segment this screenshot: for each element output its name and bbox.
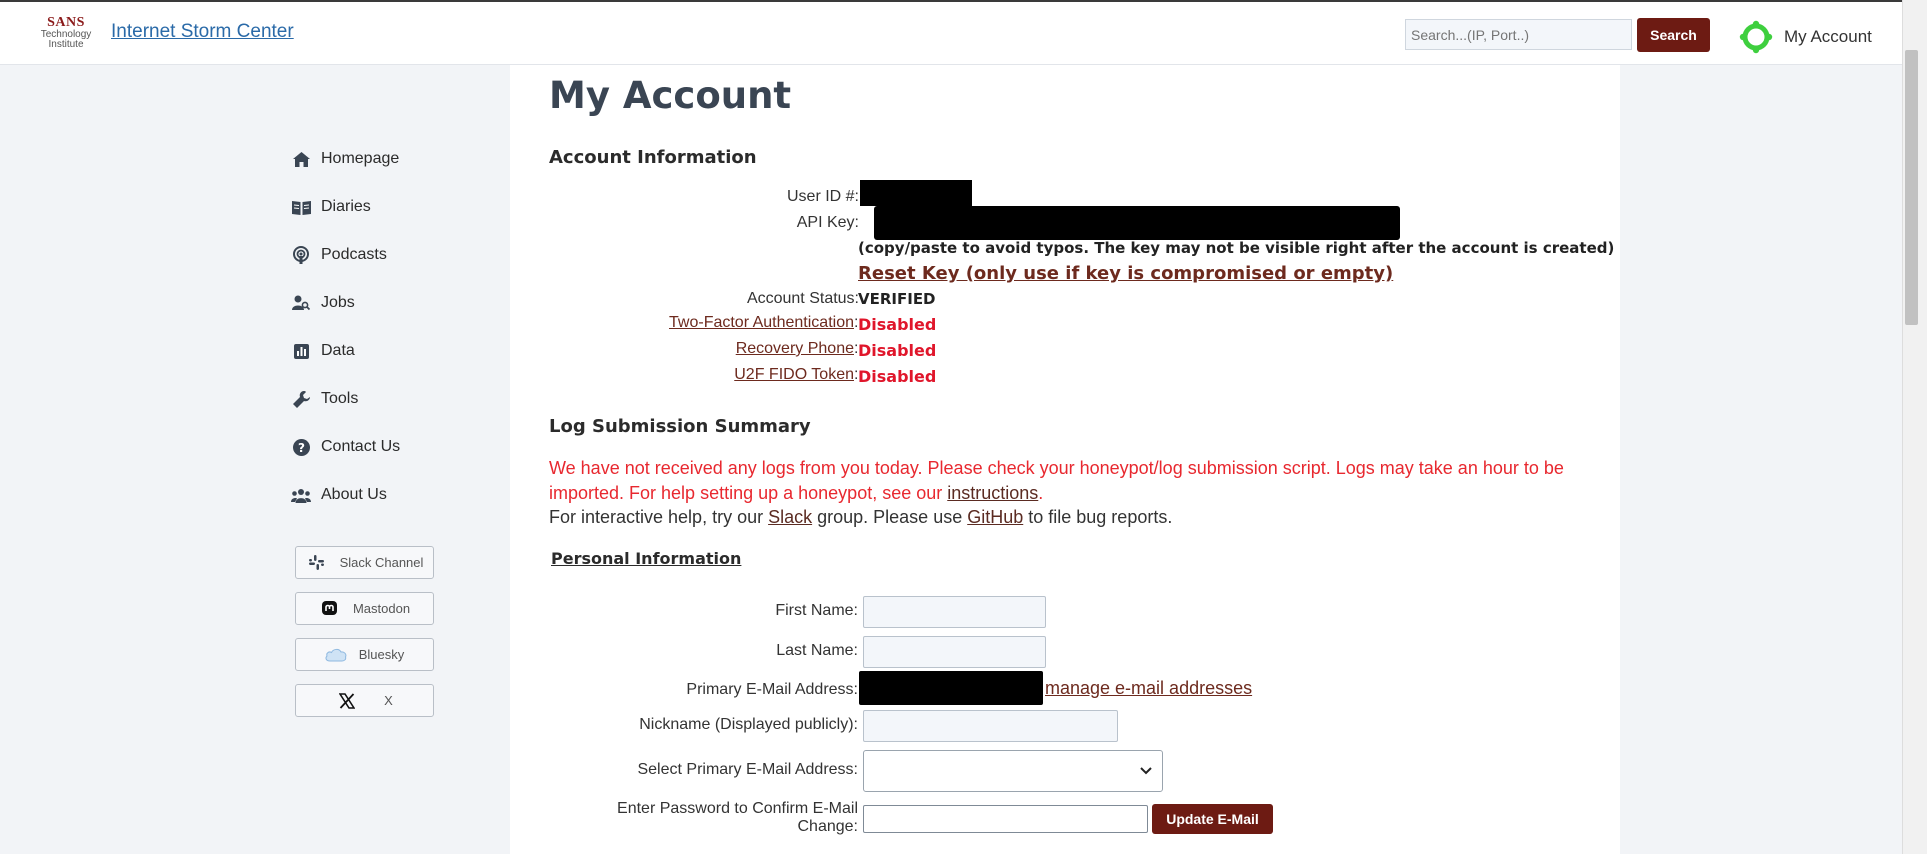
u2f-token-link-text[interactable]: U2F FIDO Token (734, 366, 854, 383)
two-factor-status: Disabled (858, 315, 937, 334)
github-link[interactable]: GitHub (967, 507, 1023, 527)
sidebar-item-label: Jobs (321, 294, 355, 311)
sidebar-item-podcasts[interactable]: Podcasts (291, 243, 387, 267)
redacted-email (859, 671, 1043, 705)
log-submission-heading: Log Submission Summary (549, 416, 811, 437)
two-factor-link[interactable]: Two-Factor Authentication (669, 314, 854, 332)
sidebar-item-label: Homepage (321, 150, 400, 167)
sans-logo[interactable]: SANS Technology Institute (36, 16, 96, 60)
two-factor-link-text[interactable]: Two-Factor Authentication (669, 314, 854, 331)
sidebar-item-label: Contact Us (321, 438, 401, 455)
social-label: Mastodon (352, 601, 411, 616)
recovery-phone-link-text[interactable]: Recovery Phone (736, 340, 854, 357)
sidebar-item-label: Diaries (321, 198, 371, 215)
scrollbar-thumb[interactable] (1905, 50, 1918, 325)
update-email-button[interactable]: Update E-Mail (1152, 804, 1273, 834)
manage-email-addresses-link[interactable]: manage e-mail addresses (1045, 678, 1252, 699)
no-logs-warning: We have not received any logs from you t… (549, 456, 1569, 506)
wrench-icon (291, 390, 311, 408)
warning-end: . (1038, 483, 1044, 503)
sidebar-item-label: Podcasts (321, 246, 387, 263)
select-primary-email-label: Select Primary E-Mail Address: (637, 761, 858, 778)
personal-information-heading: Personal Information (551, 549, 742, 568)
question-icon: ? (291, 438, 311, 456)
sidebar-item-data[interactable]: Data (291, 339, 355, 363)
search-button[interactable]: Search (1637, 18, 1710, 52)
first-name-label: First Name: (775, 602, 858, 619)
account-status-label: Account Status: (746, 290, 859, 307)
slack-channel-button[interactable]: Slack Channel (295, 546, 434, 579)
redacted-user-id (860, 180, 972, 206)
bluesky-icon (325, 646, 347, 664)
top-header: SANS Technology Institute Internet Storm… (0, 2, 1902, 65)
book-icon (291, 198, 311, 216)
password-label-line-1: Enter Password to Confirm E-Mail (617, 800, 858, 817)
users-icon (291, 486, 311, 504)
chart-icon (291, 342, 311, 360)
user-search-icon (291, 294, 311, 312)
help-text: For interactive help, try our Slack grou… (549, 507, 1172, 528)
instructions-link[interactable]: instructions (947, 483, 1038, 503)
podcast-icon (291, 246, 311, 264)
social-label: Slack Channel (339, 555, 424, 570)
sidebar-item-diaries[interactable]: Diaries (291, 195, 371, 219)
logo-line-1: SANS (47, 15, 85, 30)
slack-link[interactable]: Slack (768, 507, 812, 527)
sidebar-item-jobs[interactable]: Jobs (291, 291, 355, 315)
primary-email-label: Primary E-Mail Address: (686, 681, 858, 698)
last-name-input[interactable] (863, 636, 1046, 668)
u2f-token-status: Disabled (858, 367, 937, 386)
api-key-label: API Key: (796, 214, 859, 231)
help-pre: For interactive help, try our (549, 507, 769, 527)
u2f-token-link[interactable]: U2F FIDO Token (734, 366, 854, 384)
x-icon (336, 692, 358, 710)
chevron-down-icon (1140, 767, 1152, 775)
sidebar-item-label: About Us (321, 486, 387, 503)
sidebar-item-homepage[interactable]: Homepage (291, 147, 399, 171)
user-id-label: User ID #: (786, 188, 859, 205)
logo-line-3: Institute (48, 39, 84, 50)
recovery-phone-link[interactable]: Recovery Phone (736, 340, 854, 358)
reset-key-link[interactable]: Reset Key (only use if key is compromise… (858, 263, 1393, 284)
x-button[interactable]: X (295, 684, 434, 717)
social-label: X (384, 693, 393, 708)
primary-email-select[interactable] (863, 750, 1163, 792)
site-title-link[interactable]: Internet Storm Center (111, 21, 294, 43)
bluesky-button[interactable]: Bluesky (295, 638, 434, 671)
password-input[interactable] (863, 805, 1148, 833)
recovery-phone-status: Disabled (858, 341, 937, 360)
help-post: to file bug reports. (1023, 507, 1173, 527)
password-label-line-2: Change: (797, 818, 859, 835)
svg-text:?: ? (298, 441, 305, 455)
last-name-label: Last Name: (776, 642, 858, 659)
nickname-label: Nickname (Displayed publicly): (639, 716, 858, 733)
warning-text: We have not received any logs from you t… (549, 458, 1564, 503)
nickname-input[interactable] (863, 710, 1118, 742)
redacted-api-key (874, 206, 1400, 240)
first-name-input[interactable] (863, 596, 1046, 628)
account-icon[interactable] (1739, 20, 1773, 54)
sidebar-item-label: Tools (321, 390, 359, 407)
account-information-heading: Account Information (549, 147, 757, 168)
my-account-link[interactable]: My Account (1784, 27, 1872, 47)
sidebar-item-about-us[interactable]: About Us (291, 483, 387, 507)
sidebar-item-contact-us[interactable]: ? Contact Us (291, 435, 400, 459)
account-status-value: VERIFIED (858, 290, 936, 308)
mastodon-icon (319, 600, 341, 618)
search-input[interactable] (1405, 19, 1632, 50)
home-icon (291, 150, 311, 168)
social-label: Bluesky (358, 647, 405, 662)
mastodon-button[interactable]: Mastodon (295, 592, 434, 625)
sidebar: Homepage Diaries Podcasts Jobs Data Tool… (0, 65, 510, 854)
sidebar-item-label: Data (321, 342, 355, 359)
help-mid: group. Please use (812, 507, 968, 527)
sidebar-item-tools[interactable]: Tools (291, 387, 358, 411)
slack-icon (306, 554, 328, 572)
page-title: My Account (549, 74, 792, 117)
api-key-note: (copy/paste to avoid typos. The key may … (858, 239, 1615, 257)
password-confirm-label: Enter Password to Confirm E-Mail Change: (617, 800, 858, 836)
